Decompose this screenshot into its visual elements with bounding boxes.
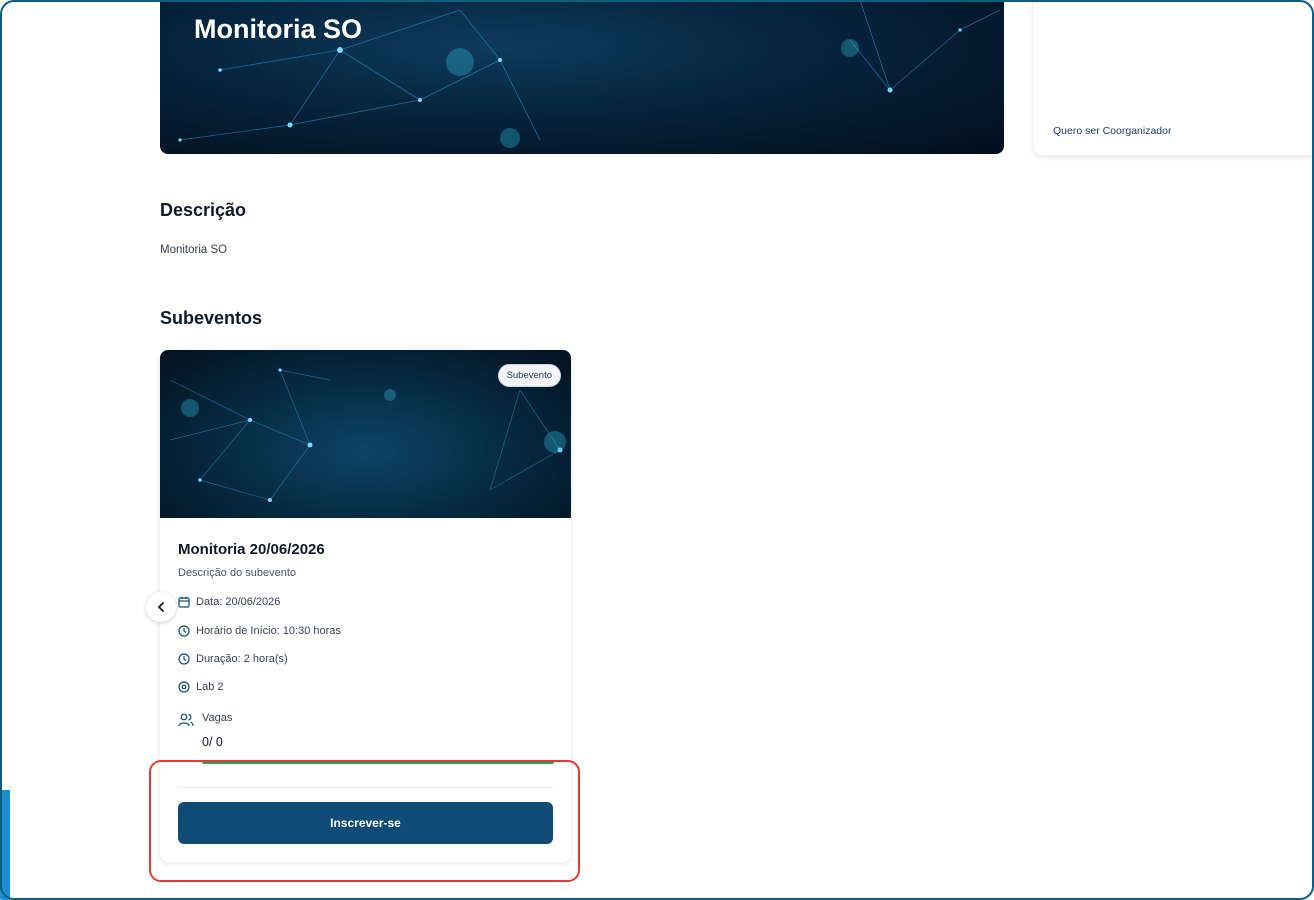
- chevron-left-icon: [158, 602, 164, 612]
- clock-icon: [178, 625, 190, 637]
- vagas-progress-bar: [202, 760, 554, 764]
- subevent-badge: Subevento: [497, 364, 561, 387]
- subevent-image: Subevento: [160, 350, 571, 518]
- subevent-title: Monitoria 20/06/2026: [178, 541, 325, 558]
- start-time-row: Horário de Início: 10:30 horas: [178, 623, 341, 639]
- subevents-heading: Subeventos: [160, 308, 263, 328]
- location-row: Lab 2: [178, 679, 224, 695]
- subscribe-button[interactable]: Inscrever-se: [178, 802, 553, 844]
- event-title: Monitoria SO: [194, 14, 362, 44]
- location-text: Lab 2: [196, 681, 224, 693]
- map-pin-icon: [178, 681, 190, 693]
- vagas-progress-fill: [202, 760, 554, 764]
- vagas-label: Vagas: [202, 712, 233, 724]
- card-divider: [178, 787, 553, 788]
- date-text: Data: 20/06/2026: [196, 596, 281, 608]
- subevent-description: Descrição do subevento: [178, 567, 297, 579]
- start-time-text: Horário de Início: 10:30 horas: [196, 625, 341, 637]
- vagas-value: 0/ 0: [202, 735, 223, 749]
- date-row: Data: 20/06/2026: [178, 594, 280, 610]
- coorganizer-link[interactable]: Quero ser Coorganizador: [1053, 125, 1171, 137]
- carousel-prev-button[interactable]: [146, 592, 176, 622]
- corner-decoration: [0, 790, 10, 900]
- users-icon: [178, 713, 194, 727]
- clock-icon: [178, 653, 190, 665]
- description-heading: Descrição: [160, 200, 247, 220]
- duration-text: Duração: 2 hora(s): [196, 653, 288, 665]
- duration-row: Duração: 2 hora(s): [178, 651, 288, 667]
- calendar-icon: [178, 596, 190, 608]
- subevent-card: Subevento Monitoria 20/06/2026 Descrição…: [160, 350, 571, 862]
- organizer-panel: Quero ser Coorganizador: [1032, 0, 1314, 156]
- event-banner: Monitoria SO: [160, 0, 1004, 154]
- description-text: Monitoria SO: [160, 244, 228, 256]
